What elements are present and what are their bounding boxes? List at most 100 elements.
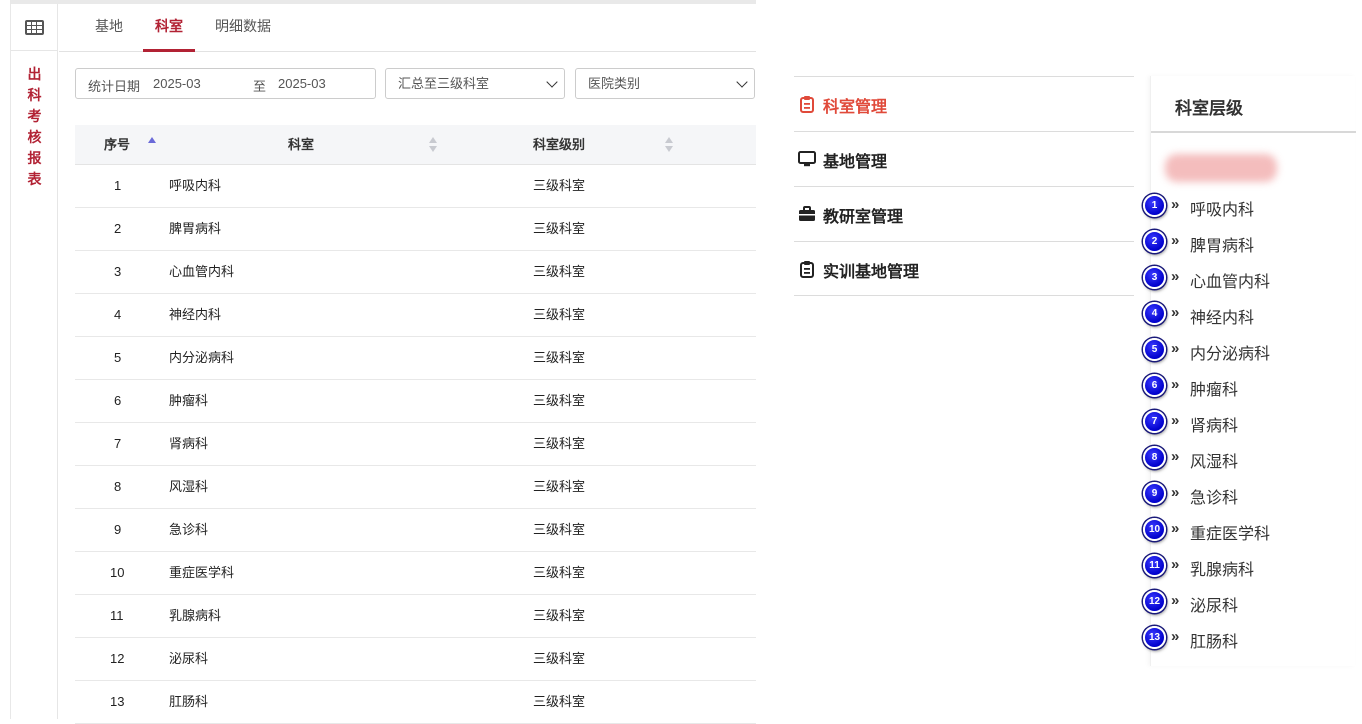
cell-department: 肿瘤科 [169, 393, 209, 408]
cell-department: 泌尿科 [169, 651, 209, 666]
cell-level: 三级科室 [533, 565, 586, 580]
table-row[interactable]: 1 呼吸内科 三级科室 [75, 165, 756, 208]
date-range-input[interactable]: 统计日期 2025-03 至 2025-03 [75, 68, 376, 99]
grid-icon-button[interactable] [11, 4, 58, 51]
date-end[interactable]: 2025-03 [278, 76, 326, 91]
number-badge: 8 [1143, 446, 1166, 469]
number-badge: 5 [1143, 338, 1166, 361]
dept-list-label: 神经内科 [1190, 310, 1255, 327]
dept-list-label: 肿瘤科 [1190, 382, 1239, 399]
tab-detail-data[interactable]: 明细数据 [215, 4, 271, 52]
double-chevron-right-icon: » [1171, 448, 1180, 465]
date-label: 统计日期 [88, 79, 141, 94]
cell-no: 8 [114, 479, 122, 494]
header-department[interactable]: 科室 [288, 125, 314, 165]
table-row[interactable]: 8 风湿科 三级科室 [75, 466, 756, 509]
tab-department[interactable]: 科室 [143, 4, 195, 52]
briefcase-icon [799, 206, 815, 221]
menu-item-label: 基地管理 [823, 154, 888, 171]
cell-department: 内分泌病科 [169, 350, 235, 365]
table-row[interactable]: 13 肛肠科 三级科室 [75, 681, 756, 724]
dept-list-item[interactable]: 4 » 神经内科 [1143, 300, 1353, 330]
header-no[interactable]: 序号 [104, 125, 130, 165]
date-start[interactable]: 2025-03 [153, 76, 201, 91]
table-row[interactable]: 3 心血管内科 三级科室 [75, 251, 756, 294]
cell-level: 三级科室 [533, 264, 586, 279]
menu-item-label: 教研室管理 [823, 209, 904, 226]
dept-list-item[interactable]: 6 » 肿瘤科 [1143, 372, 1353, 402]
report-panel: 出 科 考 核 报 表 基地 科室 明细数据 统计日期 2025-03 至 20… [10, 0, 756, 724]
menu-item-department-management[interactable]: 科室管理 [794, 76, 1134, 131]
title-char: 核 [27, 129, 42, 145]
table-row[interactable]: 5 内分泌病科 三级科室 [75, 337, 756, 380]
dept-list-label: 呼吸内科 [1190, 202, 1255, 219]
number-badge: 1 [1143, 194, 1166, 217]
cell-no: 2 [114, 221, 122, 236]
table-row[interactable]: 2 脾胃病科 三级科室 [75, 208, 756, 251]
department-hierarchy-panel: 科室层级 1 » 呼吸内科 2 » 脾胃病科 3 » 心血管内科 4 » 神经内科 5 » 内分泌病科 6 » 肿… [1143, 76, 1356, 666]
dept-list-item[interactable]: 5 » 内分泌病科 [1143, 336, 1353, 366]
table-row[interactable]: 9 急诊科 三级科室 [75, 509, 756, 552]
cell-level: 三级科室 [533, 479, 586, 494]
dept-list-label: 内分泌病科 [1190, 346, 1271, 363]
title-char: 表 [27, 171, 42, 187]
table-row[interactable]: 11 乳腺病科 三级科室 [75, 595, 756, 638]
cell-no: 4 [114, 307, 122, 322]
cell-no: 7 [114, 436, 122, 451]
cell-level: 三级科室 [533, 436, 586, 451]
level-select-value: 汇总至三级科室 [398, 76, 490, 91]
double-chevron-right-icon: » [1171, 268, 1180, 285]
sort-asc-icon[interactable] [148, 137, 156, 153]
clipboard-icon [800, 96, 814, 113]
menu-item-teaching-office-management[interactable]: 教研室管理 [794, 186, 1134, 241]
cell-no: 10 [110, 565, 125, 580]
menu-item-label: 实训基地管理 [823, 264, 920, 281]
tab-base[interactable]: 基地 [95, 4, 123, 52]
main-content: 基地 科室 明细数据 统计日期 2025-03 至 2025-03 汇总至三级科… [59, 4, 756, 724]
dept-list-item[interactable]: 13 » 肛肠科 [1143, 624, 1353, 654]
table-row[interactable]: 4 神经内科 三级科室 [75, 294, 756, 337]
dept-list-item[interactable]: 10 » 重症医学科 [1143, 516, 1353, 546]
cell-no: 1 [114, 178, 122, 193]
cell-department: 乳腺病科 [169, 608, 222, 623]
table-row[interactable]: 6 肿瘤科 三级科室 [75, 380, 756, 423]
hospital-type-select[interactable]: 医院类别 [575, 68, 755, 99]
dept-list-label: 泌尿科 [1190, 598, 1239, 615]
double-chevron-right-icon: » [1171, 628, 1180, 645]
dept-list-label: 心血管内科 [1190, 274, 1271, 291]
dept-list-item[interactable]: 8 » 风湿科 [1143, 444, 1353, 474]
double-chevron-right-icon: » [1171, 484, 1180, 501]
double-chevron-right-icon: » [1171, 376, 1180, 393]
double-chevron-right-icon: » [1171, 196, 1180, 213]
number-badge: 2 [1143, 230, 1166, 253]
dept-list-label: 重症医学科 [1190, 526, 1271, 543]
clipboard-icon [800, 261, 814, 278]
cell-department: 急诊科 [169, 522, 209, 537]
dept-list-item[interactable]: 9 » 急诊科 [1143, 480, 1353, 510]
panel-title: 科室层级 [1175, 99, 1243, 118]
table-row[interactable]: 10 重症医学科 三级科室 [75, 552, 756, 595]
table-row[interactable]: 7 肾病科 三级科室 [75, 423, 756, 466]
dept-list-item[interactable]: 2 » 脾胃病科 [1143, 228, 1353, 258]
dept-list-item[interactable]: 3 » 心血管内科 [1143, 264, 1353, 294]
number-badge: 6 [1143, 374, 1166, 397]
cell-department: 呼吸内科 [169, 178, 222, 193]
number-badge: 12 [1143, 590, 1166, 613]
header-level[interactable]: 科室级别 [533, 125, 585, 165]
table-header: 序号 科室 科室级别 [75, 125, 756, 165]
dept-list-item[interactable]: 11 » 乳腺病科 [1143, 552, 1353, 582]
menu-item-training-base-management[interactable]: 实训基地管理 [794, 241, 1134, 296]
dept-list-item[interactable]: 7 » 肾病科 [1143, 408, 1353, 438]
level-select[interactable]: 汇总至三级科室 [385, 68, 565, 99]
cell-department: 神经内科 [169, 307, 222, 322]
menu-item-base-management[interactable]: 基地管理 [794, 131, 1134, 186]
sort-icon[interactable] [665, 137, 673, 153]
dept-list-label: 乳腺病科 [1190, 562, 1255, 579]
dept-list-item[interactable]: 1 » 呼吸内科 [1143, 192, 1353, 222]
redacted-block [1165, 154, 1277, 182]
cell-no: 5 [114, 350, 122, 365]
dept-list-item[interactable]: 12 » 泌尿科 [1143, 588, 1353, 618]
dept-list-label: 肛肠科 [1190, 634, 1239, 651]
sort-icon[interactable] [429, 137, 437, 153]
table-row[interactable]: 12 泌尿科 三级科室 [75, 638, 756, 681]
